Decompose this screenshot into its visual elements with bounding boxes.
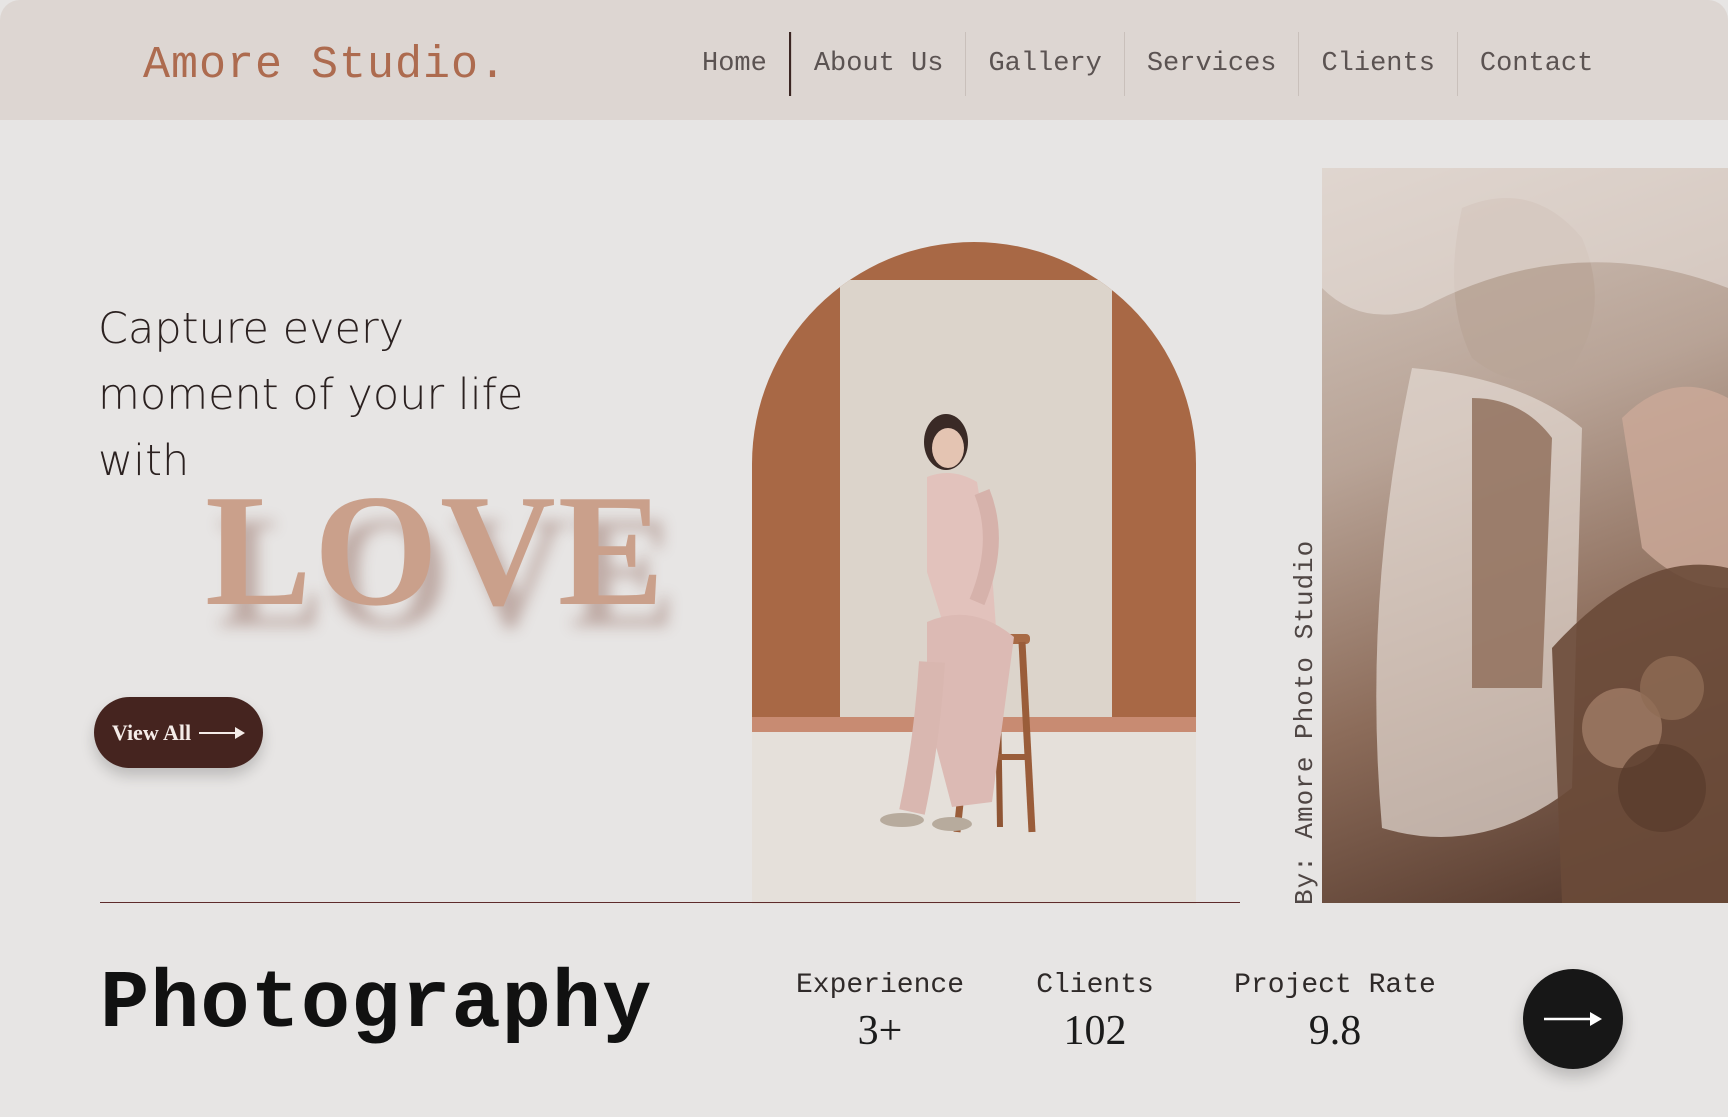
brand-logo[interactable]: Amore Studio. <box>143 40 507 91</box>
photography-title: Photography <box>100 958 653 1051</box>
arrow-right-icon <box>199 726 246 739</box>
stat-label: Project Rate <box>1234 970 1436 1001</box>
arch-portrait-photo <box>752 242 1196 904</box>
couple-photo <box>1322 168 1728 903</box>
couple-veil-illustration <box>1322 168 1728 903</box>
nav-home[interactable]: Home <box>680 32 791 96</box>
stat-clients: Clients 102 <box>1030 970 1160 1055</box>
stat-value: 9.8 <box>1308 1008 1362 1054</box>
nav-gallery[interactable]: Gallery <box>965 32 1123 96</box>
view-all-label: View All <box>111 719 192 745</box>
headline-line-2: moment of your life <box>98 370 524 420</box>
stat-project-rate: Project Rate 9.8 <box>1225 970 1445 1055</box>
view-all-button[interactable]: View All <box>94 697 263 768</box>
nav-about-us[interactable]: About Us <box>790 32 966 96</box>
stat-value: 102 <box>1063 1008 1127 1054</box>
stat-experience: Experience 3+ <box>790 970 970 1055</box>
stat-label: Experience <box>795 970 965 1001</box>
love-highlight: LOVE <box>205 461 667 639</box>
woman-on-stool-illustration <box>880 414 1036 833</box>
next-arrow-button[interactable] <box>1523 969 1623 1069</box>
nav-services[interactable]: Services <box>1123 32 1299 96</box>
nav-contact[interactable]: Contact <box>1456 32 1615 96</box>
headline-line-1: Capture every <box>98 304 405 354</box>
main-nav: Home About Us Gallery Services Clients C… <box>680 32 1615 96</box>
arrow-right-icon <box>1544 1012 1602 1026</box>
stat-value: 3+ <box>857 1008 903 1054</box>
divider-line <box>100 902 1240 903</box>
header-bar: Amore Studio. Home About Us Gallery Serv… <box>0 0 1728 120</box>
stat-label: Clients <box>1036 970 1154 1001</box>
nav-clients[interactable]: Clients <box>1298 32 1456 96</box>
vertical-caption: By: Amore Photo Studio <box>1290 539 1320 905</box>
